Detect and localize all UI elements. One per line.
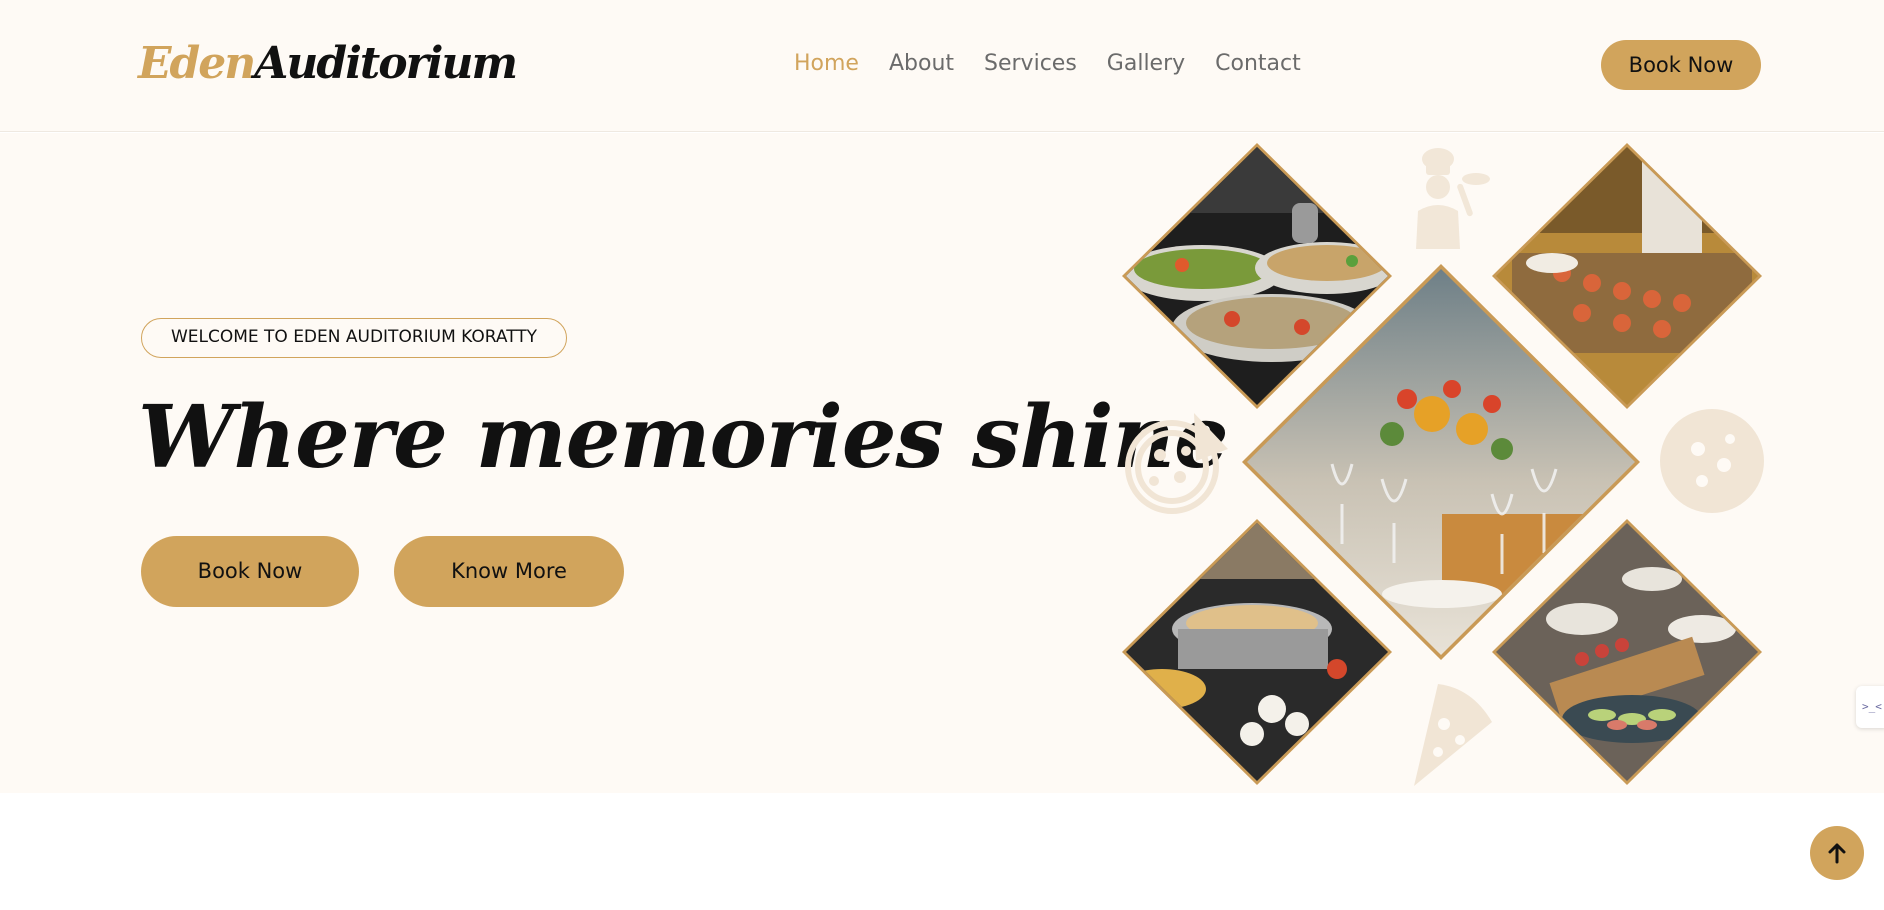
pizza-slice-icon <box>1414 684 1492 786</box>
gallery-image-chafing-dishes[interactable] <box>1122 519 1392 785</box>
logo-part-eden: Eden <box>138 38 256 89</box>
nav-services[interactable]: Services <box>984 46 1077 82</box>
side-widget-tab[interactable]: >_< <box>1856 686 1884 728</box>
know-more-button[interactable]: Know More <box>394 536 624 607</box>
nav-gallery[interactable]: Gallery <box>1107 46 1185 82</box>
food-gallery <box>1110 133 1790 793</box>
nav-home[interactable]: Home <box>794 46 859 82</box>
logo[interactable]: EdenAuditorium <box>138 36 518 92</box>
hero-section: WELCOME TO EDEN AUDITORIUM KORATTY Where… <box>0 133 1884 793</box>
nav-about[interactable]: About <box>889 46 954 82</box>
nav-contact[interactable]: Contact <box>1215 46 1301 82</box>
back-to-top-button[interactable] <box>1810 826 1864 880</box>
chef-icon <box>1416 148 1490 249</box>
hero-headline: Where memories shine <box>138 387 1229 488</box>
welcome-badge: WELCOME TO EDEN AUDITORIUM KORATTY <box>141 318 567 358</box>
pizza-icon <box>1125 413 1228 514</box>
logo-part-auditorium: Auditorium <box>254 38 518 89</box>
header-book-now-button[interactable]: Book Now <box>1601 40 1761 90</box>
pizza-half-icon <box>1660 409 1764 513</box>
book-now-button[interactable]: Book Now <box>141 536 359 607</box>
main-nav: Home About Services Gallery Contact <box>794 46 1331 82</box>
gallery-image-charcuterie[interactable] <box>1492 519 1762 785</box>
site-header: EdenAuditorium Home About Services Galle… <box>0 0 1884 132</box>
arrow-up-icon <box>1828 843 1846 864</box>
